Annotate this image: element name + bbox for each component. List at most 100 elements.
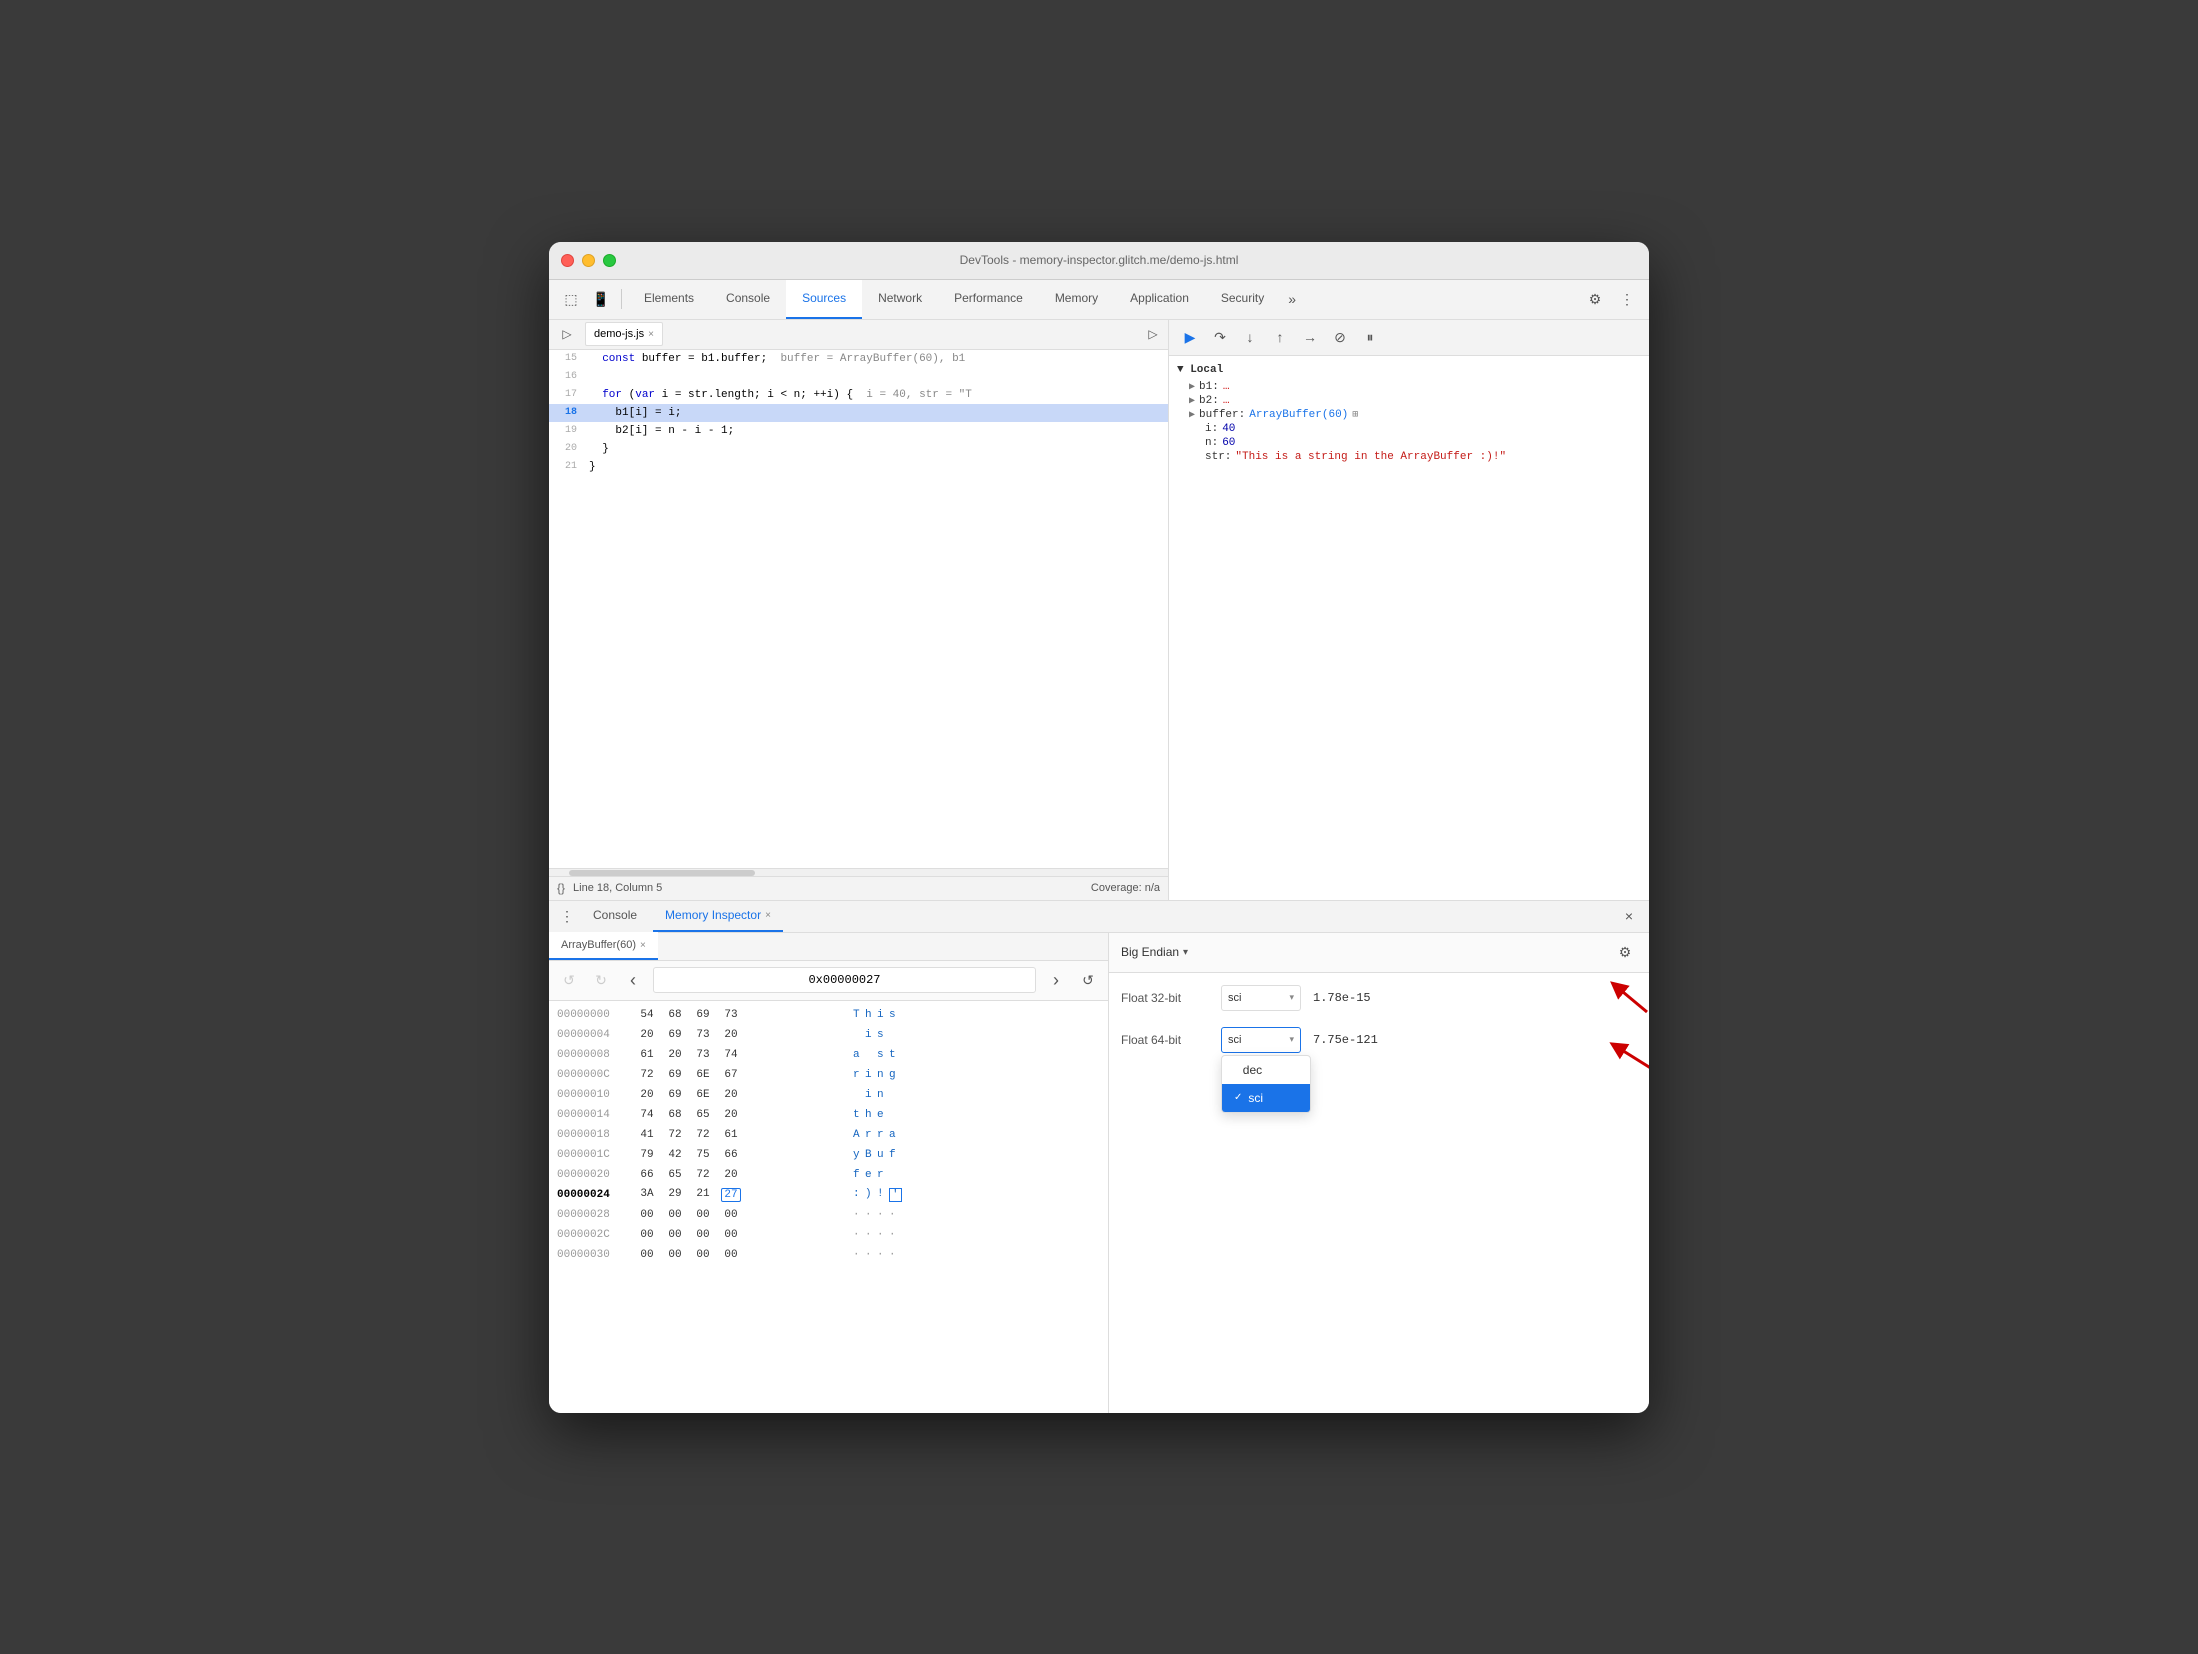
bottom-tab-bar: ⋮ Console Memory Inspector × × bbox=[549, 901, 1649, 933]
scope-i: i: 40 bbox=[1177, 422, 1641, 436]
red-arrow-2 bbox=[1607, 1037, 1649, 1077]
tab-security[interactable]: Security bbox=[1205, 279, 1280, 319]
toolbar-right: ⚙ ⋮ bbox=[1581, 285, 1641, 313]
float64-format-value: sci bbox=[1228, 1034, 1241, 1046]
inspector-settings-icon[interactable]: ⚙ bbox=[1613, 940, 1637, 964]
buffer-tab-label: ArrayBuffer(60) bbox=[561, 939, 636, 951]
devtools-body: ⬚ 📱 Elements Console Sources Network Per… bbox=[549, 280, 1649, 1413]
nav-prev-button[interactable]: ‹ bbox=[621, 968, 645, 992]
dropdown-option-sci[interactable]: ✓ sci bbox=[1222, 1084, 1310, 1112]
tab-console-bottom[interactable]: Console bbox=[581, 900, 649, 932]
address-input[interactable] bbox=[653, 967, 1036, 993]
main-content: ▷ demo-js.js × ▷ 15 const buffer = b1.bu… bbox=[549, 320, 1649, 900]
element-picker-icon[interactable]: ⬚ bbox=[557, 285, 585, 313]
dropdown-option-dec[interactable]: dec bbox=[1222, 1056, 1310, 1084]
step-button[interactable]: → bbox=[1297, 324, 1323, 350]
tab-application[interactable]: Application bbox=[1114, 279, 1205, 319]
float32-value: 1.78e-15 bbox=[1313, 991, 1371, 1005]
float64-format-selector[interactable]: sci ▾ bbox=[1221, 1027, 1301, 1053]
hex-row-24: 00000024 3A 29 21 27 : ) ! bbox=[549, 1185, 1108, 1205]
cursor-position: Line 18, Column 5 bbox=[573, 882, 662, 894]
float32-format-selector[interactable]: sci ▾ bbox=[1221, 985, 1301, 1011]
close-drawer-button[interactable]: × bbox=[1617, 904, 1641, 928]
float64-value: 7.75e-121 bbox=[1313, 1033, 1378, 1047]
more-tabs-icon[interactable]: » bbox=[1280, 279, 1304, 319]
hex-row-18: 00000018 41 72 72 61 A r r bbox=[549, 1125, 1108, 1145]
scope-b2[interactable]: ▶ b2: … bbox=[1177, 394, 1641, 408]
dropdown-sci-label: sci bbox=[1248, 1091, 1263, 1105]
tab-sources[interactable]: Sources bbox=[786, 279, 862, 319]
debugger-panel: ▶ ↷ ↓ ↑ → ⊘ ⏸ ▼ Local ▶ b1: … bbox=[1169, 320, 1649, 900]
tab-memory[interactable]: Memory bbox=[1039, 279, 1114, 319]
customize-icon[interactable]: ⋮ bbox=[1613, 285, 1641, 313]
code-line-19: 19 b2[i] = n - i - 1; bbox=[549, 422, 1168, 440]
source-panel: ▷ demo-js.js × ▷ 15 const buffer = b1.bu… bbox=[549, 320, 1169, 900]
resume-button[interactable]: ▶ bbox=[1177, 324, 1203, 350]
tab-console[interactable]: Console bbox=[710, 279, 786, 319]
hex-row-20: 00000020 66 65 72 20 f e r bbox=[549, 1165, 1108, 1185]
nav-back-button[interactable]: ↺ bbox=[557, 968, 581, 992]
buffer-tab-bar: ArrayBuffer(60) × bbox=[549, 933, 1108, 961]
scope-str: str: "This is a string in the ArrayBuffe… bbox=[1177, 450, 1641, 464]
hex-row-4: 00000004 20 69 73 20 i s bbox=[549, 1025, 1108, 1045]
hex-row-14: 00000014 74 68 65 20 t h e bbox=[549, 1105, 1108, 1125]
buffer-tab-close[interactable]: × bbox=[640, 940, 646, 951]
file-tree-icon[interactable]: ▷ bbox=[553, 320, 581, 348]
memory-inspector-tab-close[interactable]: × bbox=[765, 910, 771, 921]
coverage-status: Coverage: n/a bbox=[1091, 882, 1160, 894]
main-toolbar: ⬚ 📱 Elements Console Sources Network Per… bbox=[549, 280, 1649, 320]
maximize-button[interactable] bbox=[603, 254, 616, 267]
minimize-button[interactable] bbox=[582, 254, 595, 267]
code-line-16: 16 bbox=[549, 368, 1168, 386]
close-button[interactable] bbox=[561, 254, 574, 267]
source-run-button[interactable]: ▷ bbox=[1142, 323, 1164, 345]
pause-on-exceptions-button[interactable]: ⏸ bbox=[1357, 324, 1383, 350]
step-over-button[interactable]: ↷ bbox=[1207, 324, 1233, 350]
horizontal-scrollbar[interactable] bbox=[549, 868, 1168, 876]
source-tab-bar: ▷ demo-js.js × ▷ bbox=[549, 320, 1168, 350]
bottom-area: ⋮ Console Memory Inspector × × ArrayB bbox=[549, 900, 1649, 1413]
inspector-body: Float 32-bit sci ▾ 1.78e-15 bbox=[1109, 973, 1649, 1413]
source-file-tab[interactable]: demo-js.js × bbox=[585, 322, 663, 346]
nav-forward-button[interactable]: ↻ bbox=[589, 968, 613, 992]
scope-n: n: 60 bbox=[1177, 436, 1641, 450]
scope-panel: ▼ Local ▶ b1: … ▶ b2: … ▶ bbox=[1169, 356, 1649, 900]
code-line-15: 15 const buffer = b1.buffer; buffer = Ar… bbox=[549, 350, 1168, 368]
endian-selector[interactable]: Big Endian ▾ bbox=[1121, 945, 1188, 959]
hex-grid: 00000000 54 68 69 73 T h i bbox=[549, 1001, 1108, 1413]
devtools-window: DevTools - memory-inspector.glitch.me/de… bbox=[549, 242, 1649, 1413]
hex-row-30: 00000030 00 00 00 00 · · · bbox=[549, 1245, 1108, 1265]
nav-next-button[interactable]: › bbox=[1044, 968, 1068, 992]
step-into-button[interactable]: ↓ bbox=[1237, 324, 1263, 350]
float64-label: Float 64-bit bbox=[1121, 1033, 1221, 1047]
tab-performance[interactable]: Performance bbox=[938, 279, 1039, 319]
titlebar: DevTools - memory-inspector.glitch.me/de… bbox=[549, 242, 1649, 280]
step-out-button[interactable]: ↑ bbox=[1267, 324, 1293, 350]
scope-b1[interactable]: ▶ b1: … bbox=[1177, 380, 1641, 394]
hex-row-1c: 0000001C 79 42 75 66 y B u bbox=[549, 1145, 1108, 1165]
hex-row-2c: 0000002C 00 00 00 00 · · · bbox=[549, 1225, 1108, 1245]
float32-format-arrow: ▾ bbox=[1289, 992, 1294, 1003]
settings-icon[interactable]: ⚙ bbox=[1581, 285, 1609, 313]
scope-buffer[interactable]: ▶ buffer: ArrayBuffer(60) ⊞ bbox=[1177, 408, 1641, 422]
source-filename: demo-js.js bbox=[594, 328, 644, 340]
tab-elements[interactable]: Elements bbox=[628, 279, 710, 319]
deactivate-breakpoints-button[interactable]: ⊘ bbox=[1327, 324, 1353, 350]
refresh-button[interactable]: ↺ bbox=[1076, 968, 1100, 992]
tab-memory-inspector[interactable]: Memory Inspector × bbox=[653, 900, 783, 932]
red-arrow-1 bbox=[1607, 977, 1649, 1017]
source-tab-close[interactable]: × bbox=[648, 329, 654, 340]
memory-inspector-content: ArrayBuffer(60) × ↺ ↻ ‹ › ↺ bbox=[549, 933, 1649, 1413]
dropdown-dec-label: dec bbox=[1243, 1063, 1262, 1077]
main-tab-bar: Elements Console Sources Network Perform… bbox=[628, 279, 1579, 319]
float32-format-value: sci bbox=[1228, 992, 1241, 1004]
drawer-menu-icon[interactable]: ⋮ bbox=[557, 906, 577, 926]
tab-network[interactable]: Network bbox=[862, 279, 938, 319]
float32-label: Float 32-bit bbox=[1121, 991, 1221, 1005]
hex-row-c: 0000000C 72 69 6E 67 r i n bbox=[549, 1065, 1108, 1085]
device-toolbar-icon[interactable]: 📱 bbox=[587, 285, 615, 313]
memory-nav-bar: ↺ ↻ ‹ › ↺ bbox=[549, 961, 1108, 1001]
window-title: DevTools - memory-inspector.glitch.me/de… bbox=[960, 253, 1239, 267]
arraybuffer-tab[interactable]: ArrayBuffer(60) × bbox=[549, 932, 658, 960]
endian-dropdown-arrow: ▾ bbox=[1183, 947, 1188, 958]
